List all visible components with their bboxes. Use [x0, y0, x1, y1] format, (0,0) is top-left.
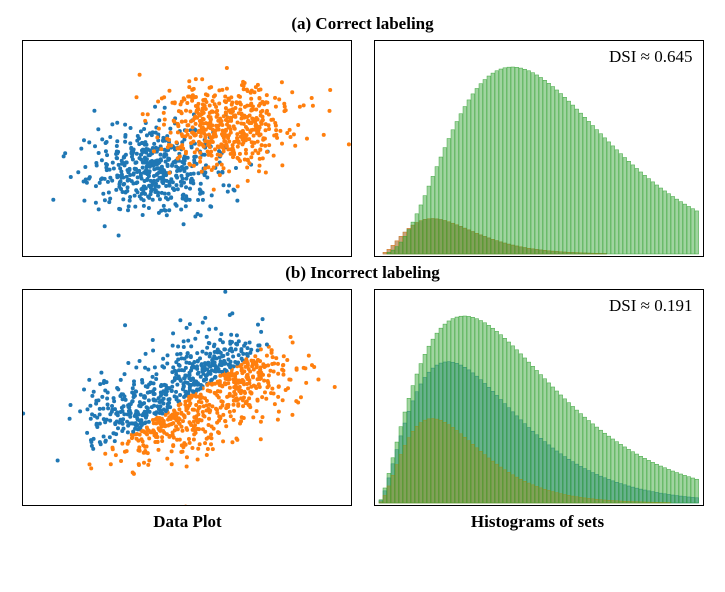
- col-label-right: Histograms of sets: [374, 512, 702, 532]
- row-a: DSI ≈ 0.645: [10, 40, 715, 257]
- panel-title-b: (b) Incorrect labeling: [10, 263, 715, 283]
- histogram-plot-b: DSI ≈ 0.191: [374, 289, 704, 506]
- scatter-plot-b: [22, 289, 352, 506]
- figure: (a) Correct labeling DSI ≈ 0.645 (b) Inc…: [10, 14, 715, 532]
- histogram-plot-a: DSI ≈ 0.645: [374, 40, 704, 257]
- dsi-annotation-b: DSI ≈ 0.191: [609, 296, 692, 316]
- dsi-annotation-a: DSI ≈ 0.645: [609, 47, 692, 67]
- column-labels: Data Plot Histograms of sets: [10, 512, 715, 532]
- scatter-plot-a: [22, 40, 352, 257]
- row-b: DSI ≈ 0.191: [10, 289, 715, 506]
- panel-title-a: (a) Correct labeling: [10, 14, 715, 34]
- col-label-left: Data Plot: [24, 512, 352, 532]
